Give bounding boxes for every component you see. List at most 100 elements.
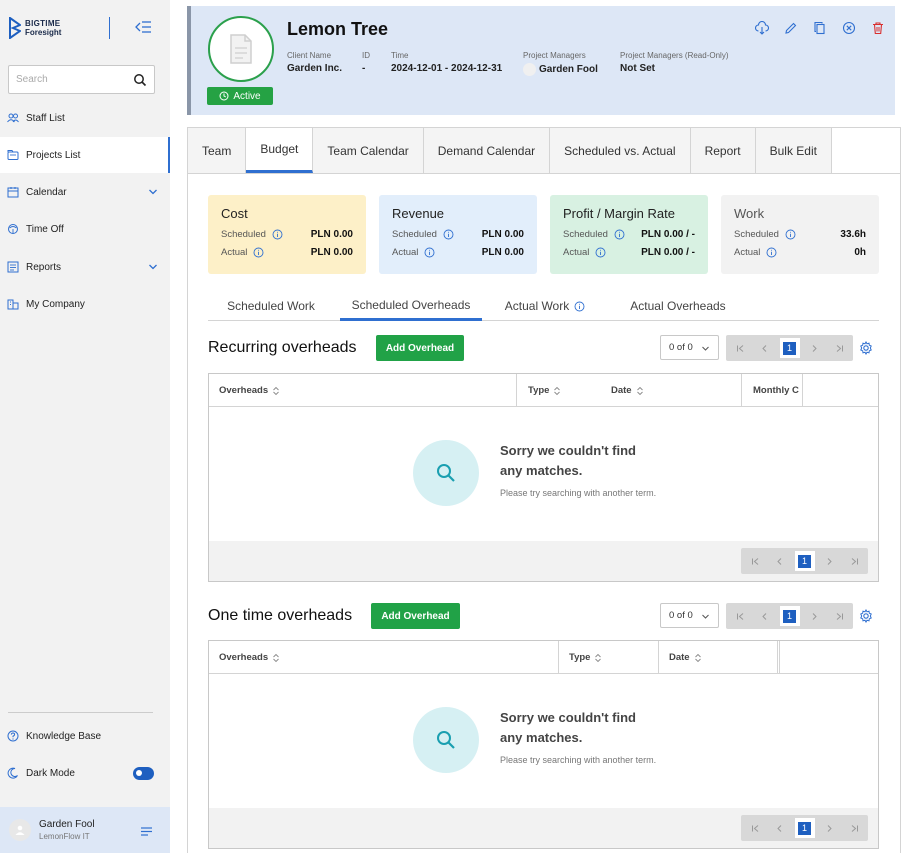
dark-mode-toggle[interactable] bbox=[133, 766, 154, 780]
current-page[interactable]: 1 bbox=[794, 818, 815, 838]
subtab-scheduled-overheads[interactable]: Scheduled Overheads bbox=[340, 291, 482, 321]
page-number: 1 bbox=[783, 341, 796, 355]
col-divider bbox=[558, 641, 559, 674]
sidebar-item-staff-list[interactable]: Staff List bbox=[0, 100, 170, 136]
onetime-count-select[interactable]: 0 of 0 bbox=[660, 603, 719, 628]
prev-page-icon[interactable] bbox=[770, 818, 790, 838]
col-type[interactable]: Type bbox=[569, 641, 602, 674]
tab-scheduled-vs-actual[interactable]: Scheduled vs. Actual bbox=[550, 128, 691, 173]
sidebar-item-label: Staff List bbox=[26, 112, 65, 124]
pm-value-wrap: Garden Fool bbox=[523, 63, 598, 76]
col-type[interactable]: Type bbox=[528, 374, 561, 407]
last-page-icon[interactable] bbox=[829, 338, 849, 358]
info-icon[interactable] bbox=[574, 301, 585, 312]
current-page[interactable]: 1 bbox=[794, 551, 815, 571]
chevron-down-icon[interactable] bbox=[148, 187, 158, 197]
status-badge: Active bbox=[207, 87, 273, 105]
next-page-icon[interactable] bbox=[819, 551, 839, 571]
col-date[interactable]: Date bbox=[611, 374, 644, 407]
document-icon bbox=[230, 34, 252, 64]
recurring-table: Overheads Type Date Monthly C Sorry we c bbox=[208, 373, 879, 582]
info-icon[interactable] bbox=[253, 247, 264, 258]
add-recurring-overhead-button[interactable]: Add Overhead bbox=[376, 335, 464, 361]
user-profile[interactable]: Garden Fool LemonFlow IT bbox=[0, 807, 170, 853]
subtab-actual-overheads[interactable]: Actual Overheads bbox=[616, 291, 740, 321]
last-page-icon[interactable] bbox=[829, 606, 849, 626]
info-icon[interactable] bbox=[766, 247, 777, 258]
chevron-down-icon[interactable] bbox=[148, 262, 158, 272]
app-logo[interactable]: BIGTIME Foresight bbox=[9, 17, 61, 39]
reports-icon bbox=[7, 261, 19, 273]
col-label: Overheads bbox=[219, 385, 269, 396]
info-icon[interactable] bbox=[443, 229, 454, 240]
first-page-icon[interactable] bbox=[745, 551, 765, 571]
sort-icon bbox=[694, 653, 701, 662]
current-page[interactable]: 1 bbox=[779, 338, 800, 358]
info-icon[interactable] bbox=[614, 229, 625, 240]
tab-team[interactable]: Team bbox=[188, 128, 247, 173]
sidebar-item-projects-list[interactable]: Projects List bbox=[0, 137, 170, 173]
page-title: Lemon Tree bbox=[287, 19, 389, 39]
onetime-pager-bottom: 1 bbox=[741, 815, 868, 841]
row-value: 33.6h bbox=[840, 229, 866, 240]
tab-budget[interactable]: Budget bbox=[246, 128, 314, 173]
subtab-actual-work[interactable]: Actual Work bbox=[490, 291, 600, 321]
subtab-scheduled-work[interactable]: Scheduled Work bbox=[208, 291, 334, 321]
meta-time: Time 2024-12-01 - 2024-12-31 bbox=[391, 51, 502, 74]
prev-page-icon[interactable] bbox=[770, 551, 790, 571]
page-number: 1 bbox=[798, 821, 811, 835]
info-icon[interactable] bbox=[272, 229, 283, 240]
first-page-icon[interactable] bbox=[730, 606, 750, 626]
col-monthly-cost[interactable]: Monthly C bbox=[753, 374, 799, 407]
search-icon[interactable] bbox=[133, 73, 147, 87]
card-title: Revenue bbox=[392, 206, 445, 221]
row-value: 0h bbox=[854, 247, 866, 258]
menu-icon[interactable] bbox=[141, 827, 152, 836]
tab-demand-calendar[interactable]: Demand Calendar bbox=[423, 128, 551, 173]
current-page[interactable]: 1 bbox=[779, 606, 800, 626]
cloud-download-icon[interactable] bbox=[755, 21, 769, 35]
search-input[interactable] bbox=[9, 74, 133, 85]
last-page-icon[interactable] bbox=[844, 551, 864, 571]
sidebar-item-reports[interactable]: Reports bbox=[0, 249, 170, 285]
moon-icon bbox=[7, 767, 18, 779]
first-page-icon[interactable] bbox=[730, 338, 750, 358]
next-page-icon[interactable] bbox=[819, 818, 839, 838]
sub-tab-bar: Scheduled Work Scheduled Overheads Actua… bbox=[208, 291, 879, 321]
tab-bulk-edit[interactable]: Bulk Edit bbox=[755, 128, 832, 173]
next-page-icon[interactable] bbox=[804, 338, 824, 358]
empty-state: Sorry we couldn't find any matches. Plea… bbox=[209, 407, 878, 541]
collapse-sidebar-icon[interactable] bbox=[134, 19, 152, 35]
first-page-icon[interactable] bbox=[745, 818, 765, 838]
prev-page-icon[interactable] bbox=[755, 338, 775, 358]
tab-report[interactable]: Report bbox=[690, 128, 756, 173]
empty-subtitle: Please try searching with another term. bbox=[500, 755, 657, 765]
col-overheads[interactable]: Overheads bbox=[219, 641, 280, 674]
gear-icon[interactable] bbox=[859, 341, 873, 355]
info-icon[interactable] bbox=[785, 229, 796, 240]
col-date[interactable]: Date bbox=[669, 641, 702, 674]
col-label: Type bbox=[569, 652, 591, 663]
copy-icon[interactable] bbox=[813, 21, 827, 35]
recurring-count-select[interactable]: 0 of 0 bbox=[660, 335, 719, 360]
gear-icon[interactable] bbox=[859, 609, 873, 623]
sidebar-item-calendar[interactable]: Calendar bbox=[0, 174, 170, 210]
next-page-icon[interactable] bbox=[804, 606, 824, 626]
tab-team-calendar[interactable]: Team Calendar bbox=[313, 128, 424, 173]
last-page-icon[interactable] bbox=[844, 818, 864, 838]
edit-icon[interactable] bbox=[784, 21, 798, 35]
prev-page-icon[interactable] bbox=[755, 606, 775, 626]
col-overheads[interactable]: Overheads bbox=[219, 374, 280, 407]
close-circle-icon[interactable] bbox=[842, 21, 856, 35]
project-avatar bbox=[208, 16, 274, 82]
sidebar-item-time-off[interactable]: Time Off bbox=[0, 211, 170, 247]
sidebar-item-knowledge-base[interactable]: Knowledge Base bbox=[0, 718, 170, 754]
onetime-table: Overheads Type Date Sorry we couldn't fi… bbox=[208, 640, 879, 849]
trash-icon[interactable] bbox=[871, 21, 885, 35]
add-onetime-overhead-button[interactable]: Add Overhead bbox=[371, 603, 460, 629]
sidebar-item-my-company[interactable]: My Company bbox=[0, 286, 170, 322]
info-icon[interactable] bbox=[424, 247, 435, 258]
info-icon[interactable] bbox=[595, 247, 606, 258]
row-value: PLN 0.00 bbox=[310, 247, 353, 258]
row-value: PLN 0.00 / - bbox=[641, 247, 695, 258]
